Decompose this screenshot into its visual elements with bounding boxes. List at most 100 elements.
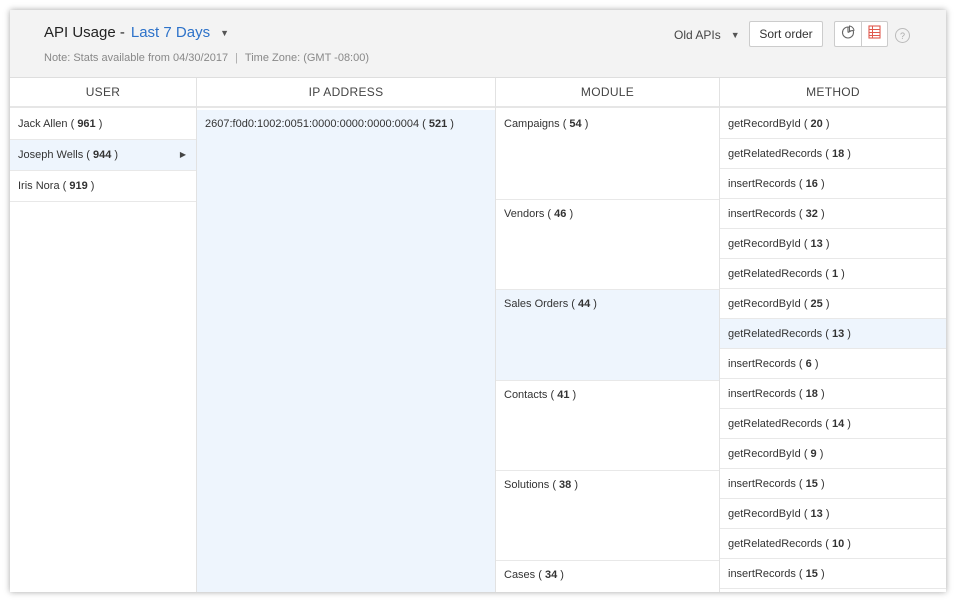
method-count: 13 xyxy=(831,327,845,340)
user-name: Iris Nora xyxy=(18,180,60,192)
timezone-text: Time Zone: (GMT -08:00) xyxy=(244,52,370,64)
user-row[interactable]: Joseph Wells ( 944 ) ▶ xyxy=(10,140,196,171)
method-cell[interactable]: getRecordById ( 13 ) xyxy=(720,499,946,529)
method-count: 1 xyxy=(831,267,839,280)
module-count: 41 xyxy=(557,389,570,401)
method-count: 13 xyxy=(810,507,823,520)
module-count: 38 xyxy=(559,479,572,491)
method-name: getRelatedRecords xyxy=(728,147,823,160)
method-name: getRelatedRecords xyxy=(728,417,823,430)
module-cell[interactable]: Solutions ( 38 ) xyxy=(496,471,719,561)
method-count: 13 xyxy=(810,237,823,250)
user-row[interactable]: Iris Nora ( 919 ) xyxy=(10,171,196,202)
method-cell[interactable]: insertRecords ( 16 ) xyxy=(720,169,946,199)
api-usage-panel: API Usage - Last 7 Days ▼ Note: Stats av… xyxy=(10,10,946,592)
module-count: 44 xyxy=(577,298,591,310)
method-cell[interactable]: insertRecords ( 32 ) xyxy=(720,199,946,229)
method-count: 20 xyxy=(810,117,823,130)
header: API Usage - Last 7 Days ▼ Note: Stats av… xyxy=(10,10,946,78)
chart-view-icon xyxy=(841,24,855,44)
module-count: 54 xyxy=(569,118,582,130)
method-count: 18 xyxy=(831,147,845,160)
user-name: Jack Allen xyxy=(18,118,68,130)
module-cell[interactable]: Vendors ( 46 ) xyxy=(496,200,719,290)
ip-address: 2607:f0d0:1002:0051:0000:0000:0000:0004 xyxy=(205,118,420,130)
module-name: Cases xyxy=(504,569,536,581)
chevron-down-icon: ▼ xyxy=(730,30,740,40)
method-cell[interactable]: getRecordById ( 25 ) xyxy=(720,289,946,319)
module-count: 46 xyxy=(554,208,567,220)
module-count: 34 xyxy=(544,569,558,581)
note-text: Note: Stats available from 04/30/2017 xyxy=(44,52,229,64)
module-cell[interactable]: Campaigns ( 54 ) xyxy=(496,110,719,200)
chart-view-button[interactable] xyxy=(835,22,861,46)
page-title: API Usage - xyxy=(44,24,125,41)
method-name: getRecordById xyxy=(728,117,801,130)
method-name: insertRecords xyxy=(728,207,796,220)
method-count: 14 xyxy=(831,417,845,430)
module-cell[interactable]: Sales Orders ( 44 ) xyxy=(496,290,719,381)
user-count: 944 xyxy=(93,149,112,161)
method-name: getRecordById xyxy=(728,507,801,520)
method-name: getRecordById xyxy=(728,447,801,460)
ip-count: 521 xyxy=(428,118,448,130)
method-count: 15 xyxy=(805,477,818,490)
user-name: Joseph Wells xyxy=(18,149,84,161)
method-name: getRelatedRecords xyxy=(728,267,823,280)
method-cell[interactable]: getRelatedRecords ( 13 ) xyxy=(720,319,946,349)
method-cell[interactable]: getRelatedRecords ( 14 ) xyxy=(720,409,946,439)
method-name: getRecordById xyxy=(728,237,801,250)
module-name: Vendors xyxy=(504,208,545,220)
title-row: API Usage - Last 7 Days ▼ xyxy=(44,24,229,41)
method-cell[interactable]: insertRecords ( 15 ) xyxy=(720,559,946,589)
method-count: 16 xyxy=(805,177,818,190)
method-name: getRelatedRecords xyxy=(728,327,823,340)
old-apis-label: Old APIs xyxy=(674,28,721,42)
column-divider xyxy=(196,78,197,592)
method-cell[interactable]: getRelatedRecords ( 18 ) xyxy=(720,139,946,169)
table-view-icon xyxy=(868,24,881,44)
method-cell[interactable]: getRecordById ( 20 ) xyxy=(720,109,946,139)
chevron-right-icon: ▶ xyxy=(179,150,186,159)
method-cell[interactable]: getRelatedRecords ( 1 ) xyxy=(720,259,946,289)
method-name: insertRecords xyxy=(728,387,796,400)
ip-row[interactable]: 2607:f0d0:1002:0051:0000:0000:0000:0004 … xyxy=(205,118,454,130)
module-name: Solutions xyxy=(504,479,550,491)
table-view-button[interactable] xyxy=(860,22,888,46)
column-header-module: MODULE xyxy=(496,78,719,108)
date-range-label: Last 7 Days xyxy=(130,24,211,41)
view-toggle xyxy=(834,21,888,47)
chevron-down-icon: ▼ xyxy=(220,27,230,38)
method-name: insertRecords xyxy=(728,177,796,190)
method-count: 18 xyxy=(805,387,818,400)
method-cell[interactable]: insertRecords ( 6 ) xyxy=(720,349,946,379)
module-cell[interactable]: Cases ( 34 ) xyxy=(496,561,719,592)
method-cell[interactable]: getRecordById ( 9 ) xyxy=(720,439,946,469)
user-count: 961 xyxy=(77,118,96,130)
date-range-dropdown[interactable]: Last 7 Days ▼ xyxy=(131,24,229,41)
method-name: getRecordById xyxy=(728,297,801,310)
user-row[interactable]: Jack Allen ( 961 ) xyxy=(10,109,196,140)
module-name: Sales Orders xyxy=(504,298,569,310)
method-cell[interactable]: insertRecords ( 18 ) xyxy=(720,379,946,409)
module-cell[interactable]: Contacts ( 41 ) xyxy=(496,381,719,471)
sort-order-button[interactable]: Sort order xyxy=(749,21,823,47)
method-cell[interactable]: insertRecords ( 15 ) xyxy=(720,469,946,499)
method-count: 32 xyxy=(805,207,818,220)
method-count: 25 xyxy=(810,297,823,310)
help-icon[interactable]: ? xyxy=(895,28,910,43)
user-count: 919 xyxy=(69,180,88,192)
stats-note: Note: Stats available from 04/30/2017 | Ti… xyxy=(44,52,369,64)
column-header-user: USER xyxy=(10,78,196,108)
method-count: 6 xyxy=(805,357,812,370)
module-name: Contacts xyxy=(504,389,548,401)
method-cell[interactable]: getRecordById ( 13 ) xyxy=(720,229,946,259)
old-apis-dropdown[interactable]: Old APIs ▼ xyxy=(674,28,740,42)
column-header-ip: IP ADDRESS xyxy=(197,78,495,108)
method-cell[interactable]: getRelatedRecords ( 10 ) xyxy=(720,529,946,559)
method-count: 9 xyxy=(810,447,817,460)
module-name: Campaigns xyxy=(504,118,560,130)
method-name: insertRecords xyxy=(728,567,796,580)
method-count: 10 xyxy=(831,537,845,550)
note-separator: | xyxy=(235,52,238,64)
